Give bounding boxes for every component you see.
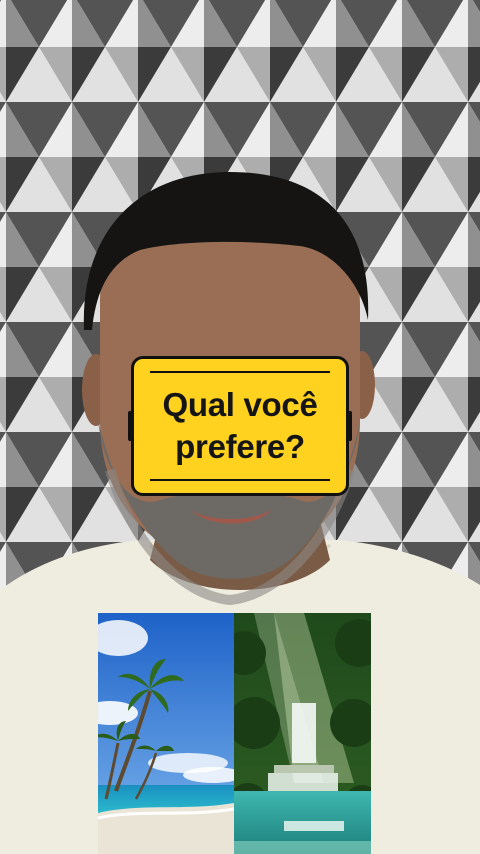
question-card: Qual você prefere? (128, 356, 352, 496)
card-tab-right (346, 411, 352, 441)
card-tab-left (128, 411, 134, 441)
question-line-2: prefere? (175, 428, 305, 465)
forest-waterfall-image (234, 613, 371, 854)
beach-option[interactable] (98, 613, 234, 854)
waterfall-option[interactable] (234, 613, 371, 854)
beach-palm-image (98, 613, 234, 854)
video-frame: Qual você prefere? (0, 0, 480, 854)
question-line-1: Qual você (162, 386, 318, 423)
